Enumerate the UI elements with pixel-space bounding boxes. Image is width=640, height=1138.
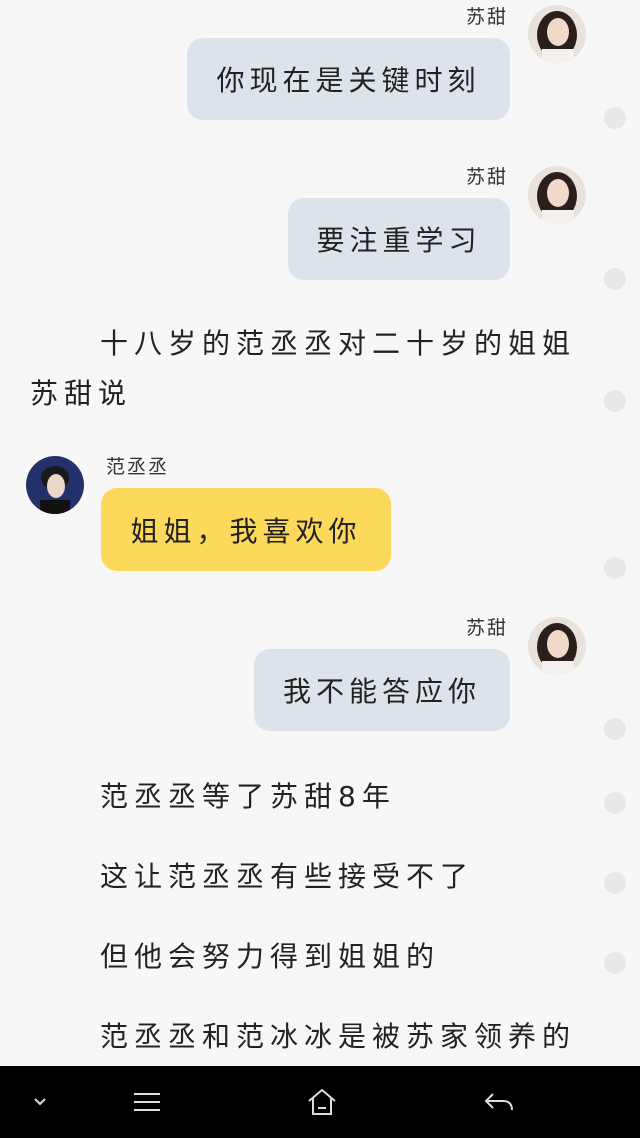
sender-name: 苏甜	[465, 6, 508, 28]
avatar-sutian[interactable]	[528, 166, 586, 224]
hide-nav-button[interactable]	[20, 1066, 60, 1138]
message-bubble[interactable]: 要注重学习	[288, 198, 510, 280]
chevron-down-icon	[34, 1098, 46, 1106]
message-text: 我不能答应你	[282, 675, 481, 708]
sender-name: 苏甜	[465, 166, 508, 188]
sender-name: 苏甜	[465, 617, 508, 639]
select-radio[interactable]	[604, 872, 626, 894]
male-avatar-icon	[26, 456, 84, 514]
narration-text: 范丞丞和范冰冰是被苏家领养的	[100, 1020, 577, 1053]
select-radio[interactable]	[604, 390, 626, 412]
message-text: 要注重学习	[316, 224, 482, 257]
avatar-sutian[interactable]	[528, 5, 586, 63]
narration-text: 范丞丞等了苏甜8年	[100, 780, 396, 813]
narration-text: 这让范丞丞有些接受不了	[100, 860, 475, 893]
narration-text: 但他会努力得到姐姐的	[100, 940, 441, 973]
message-text: 姐姐，我喜欢你	[130, 514, 362, 548]
avatar-fanchengcheng[interactable]	[26, 456, 84, 514]
back-icon	[484, 1093, 513, 1111]
narration-text: 苏甜说	[30, 377, 133, 410]
narration-text: 十八岁的范丞丞对二十岁的姐姐	[100, 327, 577, 360]
back-button[interactable]	[474, 1066, 524, 1138]
menu-icon	[134, 1093, 160, 1111]
home-icon	[308, 1088, 336, 1115]
female-avatar-icon	[528, 617, 586, 675]
select-radio[interactable]	[604, 952, 626, 974]
message-bubble[interactable]: 姐姐，我喜欢你	[101, 488, 391, 571]
sender-name: 范丞丞	[106, 456, 170, 478]
select-radio[interactable]	[604, 268, 626, 290]
message-bubble[interactable]: 我不能答应你	[254, 649, 510, 731]
system-nav-bar	[0, 1066, 640, 1138]
menu-button[interactable]	[122, 1066, 172, 1138]
select-radio[interactable]	[604, 718, 626, 740]
message-bubble[interactable]: 你现在是关键时刻	[187, 38, 510, 120]
select-radio[interactable]	[604, 792, 626, 814]
message-text: 你现在是关键时刻	[216, 64, 481, 97]
avatar-sutian[interactable]	[528, 617, 586, 675]
select-radio[interactable]	[604, 557, 626, 579]
home-button[interactable]	[297, 1066, 347, 1138]
select-radio[interactable]	[604, 107, 626, 129]
female-avatar-icon	[528, 5, 586, 63]
female-avatar-icon	[528, 166, 586, 224]
